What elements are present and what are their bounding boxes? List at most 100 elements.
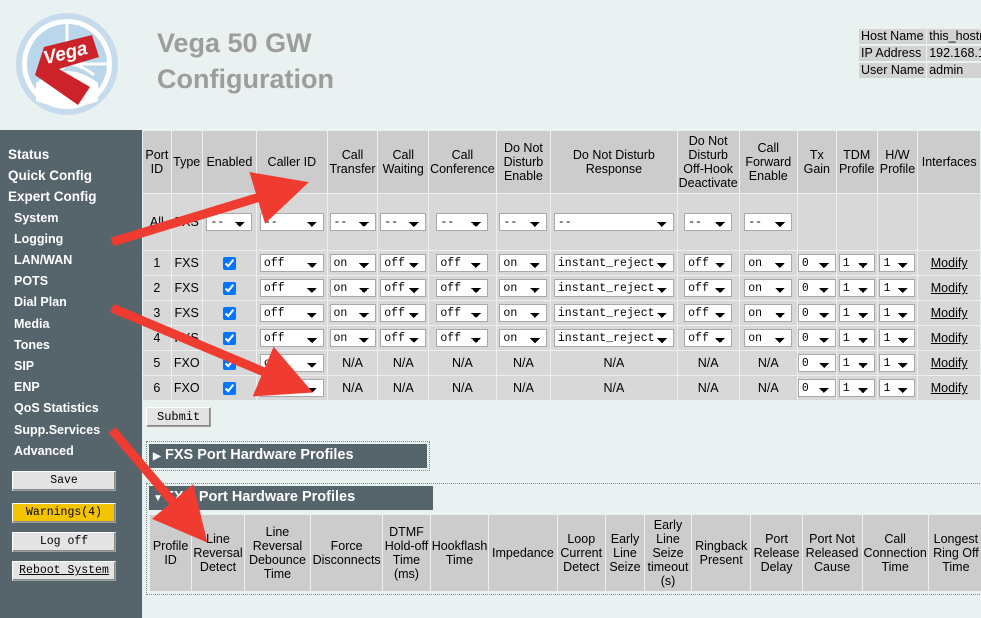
- all-dnd-enable-select[interactable]: --: [499, 213, 548, 231]
- chevron-down-icon: ▼: [153, 493, 163, 504]
- dnd-response-select[interactable]: instant_reject: [553, 279, 674, 297]
- dnd-offhook-deactivate-select[interactable]: off: [684, 329, 733, 347]
- sidebar-item-sip[interactable]: SIP: [0, 356, 142, 377]
- tdm-profile-select[interactable]: 1: [838, 254, 875, 272]
- hw-profile-select[interactable]: 1: [879, 354, 916, 372]
- modify-link[interactable]: Modify: [931, 331, 968, 345]
- all-call-forward-select[interactable]: --: [744, 213, 793, 231]
- call-transfer-select[interactable]: on: [329, 279, 376, 297]
- sidebar-item-logging[interactable]: Logging: [0, 229, 142, 250]
- log-off-button[interactable]: Log off: [12, 532, 116, 553]
- sidebar-item-media[interactable]: Media: [0, 314, 142, 335]
- tx-gain-select[interactable]: 0: [797, 254, 836, 272]
- call-forward-enable-select[interactable]: on: [744, 304, 793, 322]
- tdm-profile-select[interactable]: 1: [838, 354, 875, 372]
- all-dnd-response-select[interactable]: --: [553, 213, 674, 231]
- row-caller-id-cell: on: [257, 351, 327, 375]
- tx-gain-select[interactable]: 0: [797, 329, 836, 347]
- caller-id-select[interactable]: off: [259, 304, 324, 322]
- call-transfer-select[interactable]: on: [329, 329, 376, 347]
- all-call-conference-select[interactable]: --: [436, 213, 489, 231]
- call-forward-enable-select[interactable]: on: [744, 254, 793, 272]
- call-waiting-select[interactable]: off: [380, 304, 427, 322]
- caller-id-select[interactable]: on: [259, 354, 324, 372]
- dnd-response-select[interactable]: instant_reject: [553, 329, 674, 347]
- enabled-checkbox[interactable]: [222, 332, 236, 346]
- info-value-username: admin: [927, 63, 981, 78]
- dnd-enable-select[interactable]: on: [499, 254, 548, 272]
- enabled-checkbox[interactable]: [222, 307, 236, 321]
- tdm-profile-select[interactable]: 1: [838, 379, 875, 397]
- sidebar-item-lan-wan[interactable]: LAN/WAN: [0, 250, 142, 271]
- reboot-system-button[interactable]: Reboot System: [12, 561, 116, 582]
- call-conference-select[interactable]: off: [436, 254, 489, 272]
- sidebar-item-advanced[interactable]: Advanced: [0, 441, 142, 462]
- all-dnd-offhook-select[interactable]: --: [684, 213, 733, 231]
- modify-link[interactable]: Modify: [931, 306, 968, 320]
- hw-profile-select[interactable]: 1: [879, 304, 916, 322]
- caller-id-select[interactable]: off: [259, 279, 324, 297]
- sidebar-item-enp[interactable]: ENP: [0, 377, 142, 398]
- call-forward-enable-select[interactable]: on: [744, 329, 793, 347]
- call-waiting-select[interactable]: off: [380, 254, 427, 272]
- dnd-enable-select[interactable]: on: [499, 279, 548, 297]
- call-transfer-select[interactable]: on: [329, 254, 376, 272]
- row-dnd-response-cell: instant_reject: [551, 301, 677, 325]
- tdm-profile-select[interactable]: 1: [838, 329, 875, 347]
- enabled-checkbox[interactable]: [222, 282, 236, 296]
- dnd-enable-select[interactable]: on: [499, 329, 548, 347]
- sidebar-item-qos-statistics[interactable]: QoS Statistics: [0, 398, 142, 419]
- sidebar-item-expert-config[interactable]: Expert Config: [0, 186, 142, 207]
- tx-gain-select[interactable]: 0: [797, 304, 836, 322]
- fxs-profiles-header[interactable]: ▶ FXS Port Hardware Profiles: [149, 444, 427, 468]
- fxo-profiles-header[interactable]: ▼ FXO Port Hardware Profiles: [149, 486, 433, 510]
- caller-id-select[interactable]: off: [259, 329, 324, 347]
- sidebar-item-tones[interactable]: Tones: [0, 335, 142, 356]
- tdm-profile-select[interactable]: 1: [838, 279, 875, 297]
- dnd-offhook-deactivate-select[interactable]: off: [684, 254, 733, 272]
- all-call-waiting-select[interactable]: --: [380, 213, 427, 231]
- enabled-checkbox[interactable]: [222, 257, 236, 271]
- call-waiting-select[interactable]: off: [380, 279, 427, 297]
- tdm-profile-select[interactable]: 1: [838, 304, 875, 322]
- modify-link[interactable]: Modify: [931, 381, 968, 395]
- tx-gain-select[interactable]: 0: [797, 379, 836, 397]
- sidebar-item-dial-plan[interactable]: Dial Plan: [0, 292, 142, 313]
- hw-profile-select[interactable]: 1: [879, 254, 916, 272]
- sidebar-item-system[interactable]: System: [0, 208, 142, 229]
- call-conference-select[interactable]: off: [436, 279, 489, 297]
- hw-profile-select[interactable]: 1: [879, 329, 916, 347]
- row-enabled-cell: [202, 301, 257, 325]
- save-button[interactable]: Save: [12, 471, 116, 492]
- call-transfer-select[interactable]: on: [329, 304, 376, 322]
- all-enabled-select[interactable]: --: [206, 213, 253, 231]
- sidebar-item-supp-services[interactable]: Supp.Services: [0, 420, 142, 441]
- sidebar-item-pots[interactable]: POTS: [0, 271, 142, 292]
- warnings-button[interactable]: Warnings(4): [12, 503, 116, 524]
- modify-link[interactable]: Modify: [931, 256, 968, 270]
- tx-gain-select[interactable]: 0: [797, 354, 836, 372]
- enabled-checkbox[interactable]: [222, 357, 236, 371]
- tx-gain-select[interactable]: 0: [797, 279, 836, 297]
- all-call-transfer-select[interactable]: --: [329, 213, 376, 231]
- hw-profile-select[interactable]: 1: [879, 379, 916, 397]
- call-conference-select[interactable]: off: [436, 304, 489, 322]
- modify-link[interactable]: Modify: [931, 281, 968, 295]
- dnd-enable-select[interactable]: on: [499, 304, 548, 322]
- dnd-response-select[interactable]: instant_reject: [553, 304, 674, 322]
- all-caller-id-select[interactable]: --: [259, 213, 324, 231]
- caller-id-select[interactable]: on: [259, 379, 324, 397]
- submit-button[interactable]: Submit: [146, 407, 212, 427]
- call-forward-enable-select[interactable]: on: [744, 279, 793, 297]
- enabled-checkbox[interactable]: [222, 382, 236, 396]
- dnd-offhook-deactivate-select[interactable]: off: [684, 304, 733, 322]
- caller-id-select[interactable]: off: [259, 254, 324, 272]
- hw-profile-select[interactable]: 1: [879, 279, 916, 297]
- dnd-offhook-deactivate-select[interactable]: off: [684, 279, 733, 297]
- call-waiting-select[interactable]: off: [380, 329, 427, 347]
- sidebar-item-status[interactable]: Status: [0, 144, 142, 165]
- modify-link[interactable]: Modify: [931, 356, 968, 370]
- dnd-response-select[interactable]: instant_reject: [553, 254, 674, 272]
- call-conference-select[interactable]: off: [436, 329, 489, 347]
- sidebar-item-quick-config[interactable]: Quick Config: [0, 165, 142, 186]
